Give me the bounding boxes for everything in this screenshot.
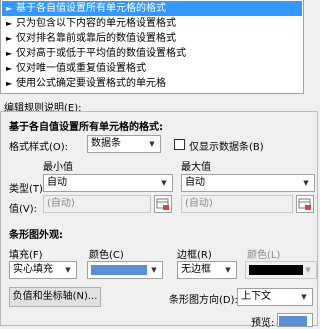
chevron-down-icon: ▼ [301, 293, 307, 301]
fill-type-select[interactable]: 实心填充 ▼ [9, 261, 77, 279]
fill-type-value: 实心填充 [13, 264, 53, 275]
max-type-value: 自动 [185, 177, 205, 188]
min-value-input[interactable]: (自动) [43, 195, 151, 213]
rule-type-item[interactable]: ► 使用公式确定要设置格式的单元格 [2, 76, 302, 91]
border-color-swatch [249, 265, 303, 275]
min-value-text: (自动) [47, 198, 75, 209]
format-style-label: 格式样式(O): [9, 142, 69, 153]
chevron-down-icon: ▼ [149, 140, 155, 148]
preview-bar [279, 316, 307, 326]
show-bar-only-checkbox[interactable] [174, 139, 185, 150]
max-type-select[interactable]: 自动 ▼ [181, 174, 315, 192]
range-picker-icon[interactable] [296, 195, 314, 213]
preview-label: 预览: [251, 318, 275, 329]
format-style-value: 数据条 [91, 138, 121, 149]
border-label: 边框(R) [177, 250, 212, 261]
chevron-down-icon: ▼ [65, 266, 71, 274]
max-value-input[interactable]: (自动) [181, 195, 293, 213]
border-color-select[interactable]: ▼ [245, 261, 317, 279]
chevron-down-icon: ▼ [161, 179, 167, 187]
triangle-right-icon: ► [6, 19, 13, 28]
appearance-heading: 条形图外观: [9, 230, 63, 241]
range-picker-icon[interactable] [154, 195, 172, 213]
triangle-right-icon: ► [6, 79, 13, 88]
type-label: 类型(T): [9, 184, 47, 195]
direction-select[interactable]: 上下文 ▼ [237, 288, 313, 306]
chevron-down-icon: ▼ [305, 266, 311, 274]
negative-axis-button[interactable]: 负值和坐标轴(N)... [9, 287, 101, 307]
max-header: 最大值 [181, 162, 211, 173]
chevron-down-icon: ▼ [151, 266, 157, 274]
rule-type-item[interactable]: ► 仅对排名靠前或靠后的数值设置格式 [2, 31, 302, 46]
fill-color-select[interactable]: ▼ [87, 261, 163, 279]
rule-type-list[interactable]: ► 基于各自值设置所有单元格的格式 ► 只为包含以下内容的单元格设置格式 ► 仅对排名… [0, 0, 304, 94]
triangle-right-icon: ► [6, 4, 13, 13]
rule-type-item[interactable]: ► 仅对唯一值或重复值设置格式 [2, 61, 302, 76]
show-bar-only-label: 仅显示数据条(B) [189, 142, 264, 153]
triangle-right-icon: ► [6, 49, 13, 58]
fill-color-swatch [91, 265, 147, 275]
min-type-value: 自动 [47, 177, 67, 188]
fill-color-label: 颜色(C) [89, 250, 124, 261]
rule-type-item[interactable]: ► 仅对高于或低于平均值的数值设置格式 [2, 46, 302, 61]
border-type-select[interactable]: 无边框 ▼ [177, 261, 237, 279]
direction-value: 上下文 [241, 291, 271, 302]
chevron-down-icon: ▼ [225, 266, 231, 274]
direction-label: 条形图方向(D): [169, 295, 238, 306]
rule-type-item[interactable]: ► 基于各自值设置所有单元格的格式 [2, 1, 302, 16]
fill-label: 填充(F) [9, 250, 43, 261]
edit-rule-panel: 基于各自值设置所有单元格的格式: 格式样式(O): 数据条 ▼ 仅显示数据条(B… [0, 111, 318, 329]
triangle-right-icon: ► [6, 34, 13, 43]
rule-type-item[interactable]: ► 只为包含以下内容的单元格设置格式 [2, 16, 302, 31]
panel-heading: 基于各自值设置所有单元格的格式: [9, 122, 163, 133]
border-color-label: 颜色(L) [247, 250, 281, 261]
border-type-value: 无边框 [181, 264, 211, 275]
min-type-select[interactable]: 自动 ▼ [43, 174, 173, 192]
chevron-down-icon: ▼ [303, 179, 309, 187]
min-header: 最小值 [43, 162, 73, 173]
triangle-right-icon: ► [6, 64, 13, 73]
max-value-text: (自动) [185, 198, 213, 209]
value-label: 值(V): [9, 204, 38, 215]
preview-box [277, 313, 313, 327]
format-style-select[interactable]: 数据条 ▼ [87, 135, 161, 153]
